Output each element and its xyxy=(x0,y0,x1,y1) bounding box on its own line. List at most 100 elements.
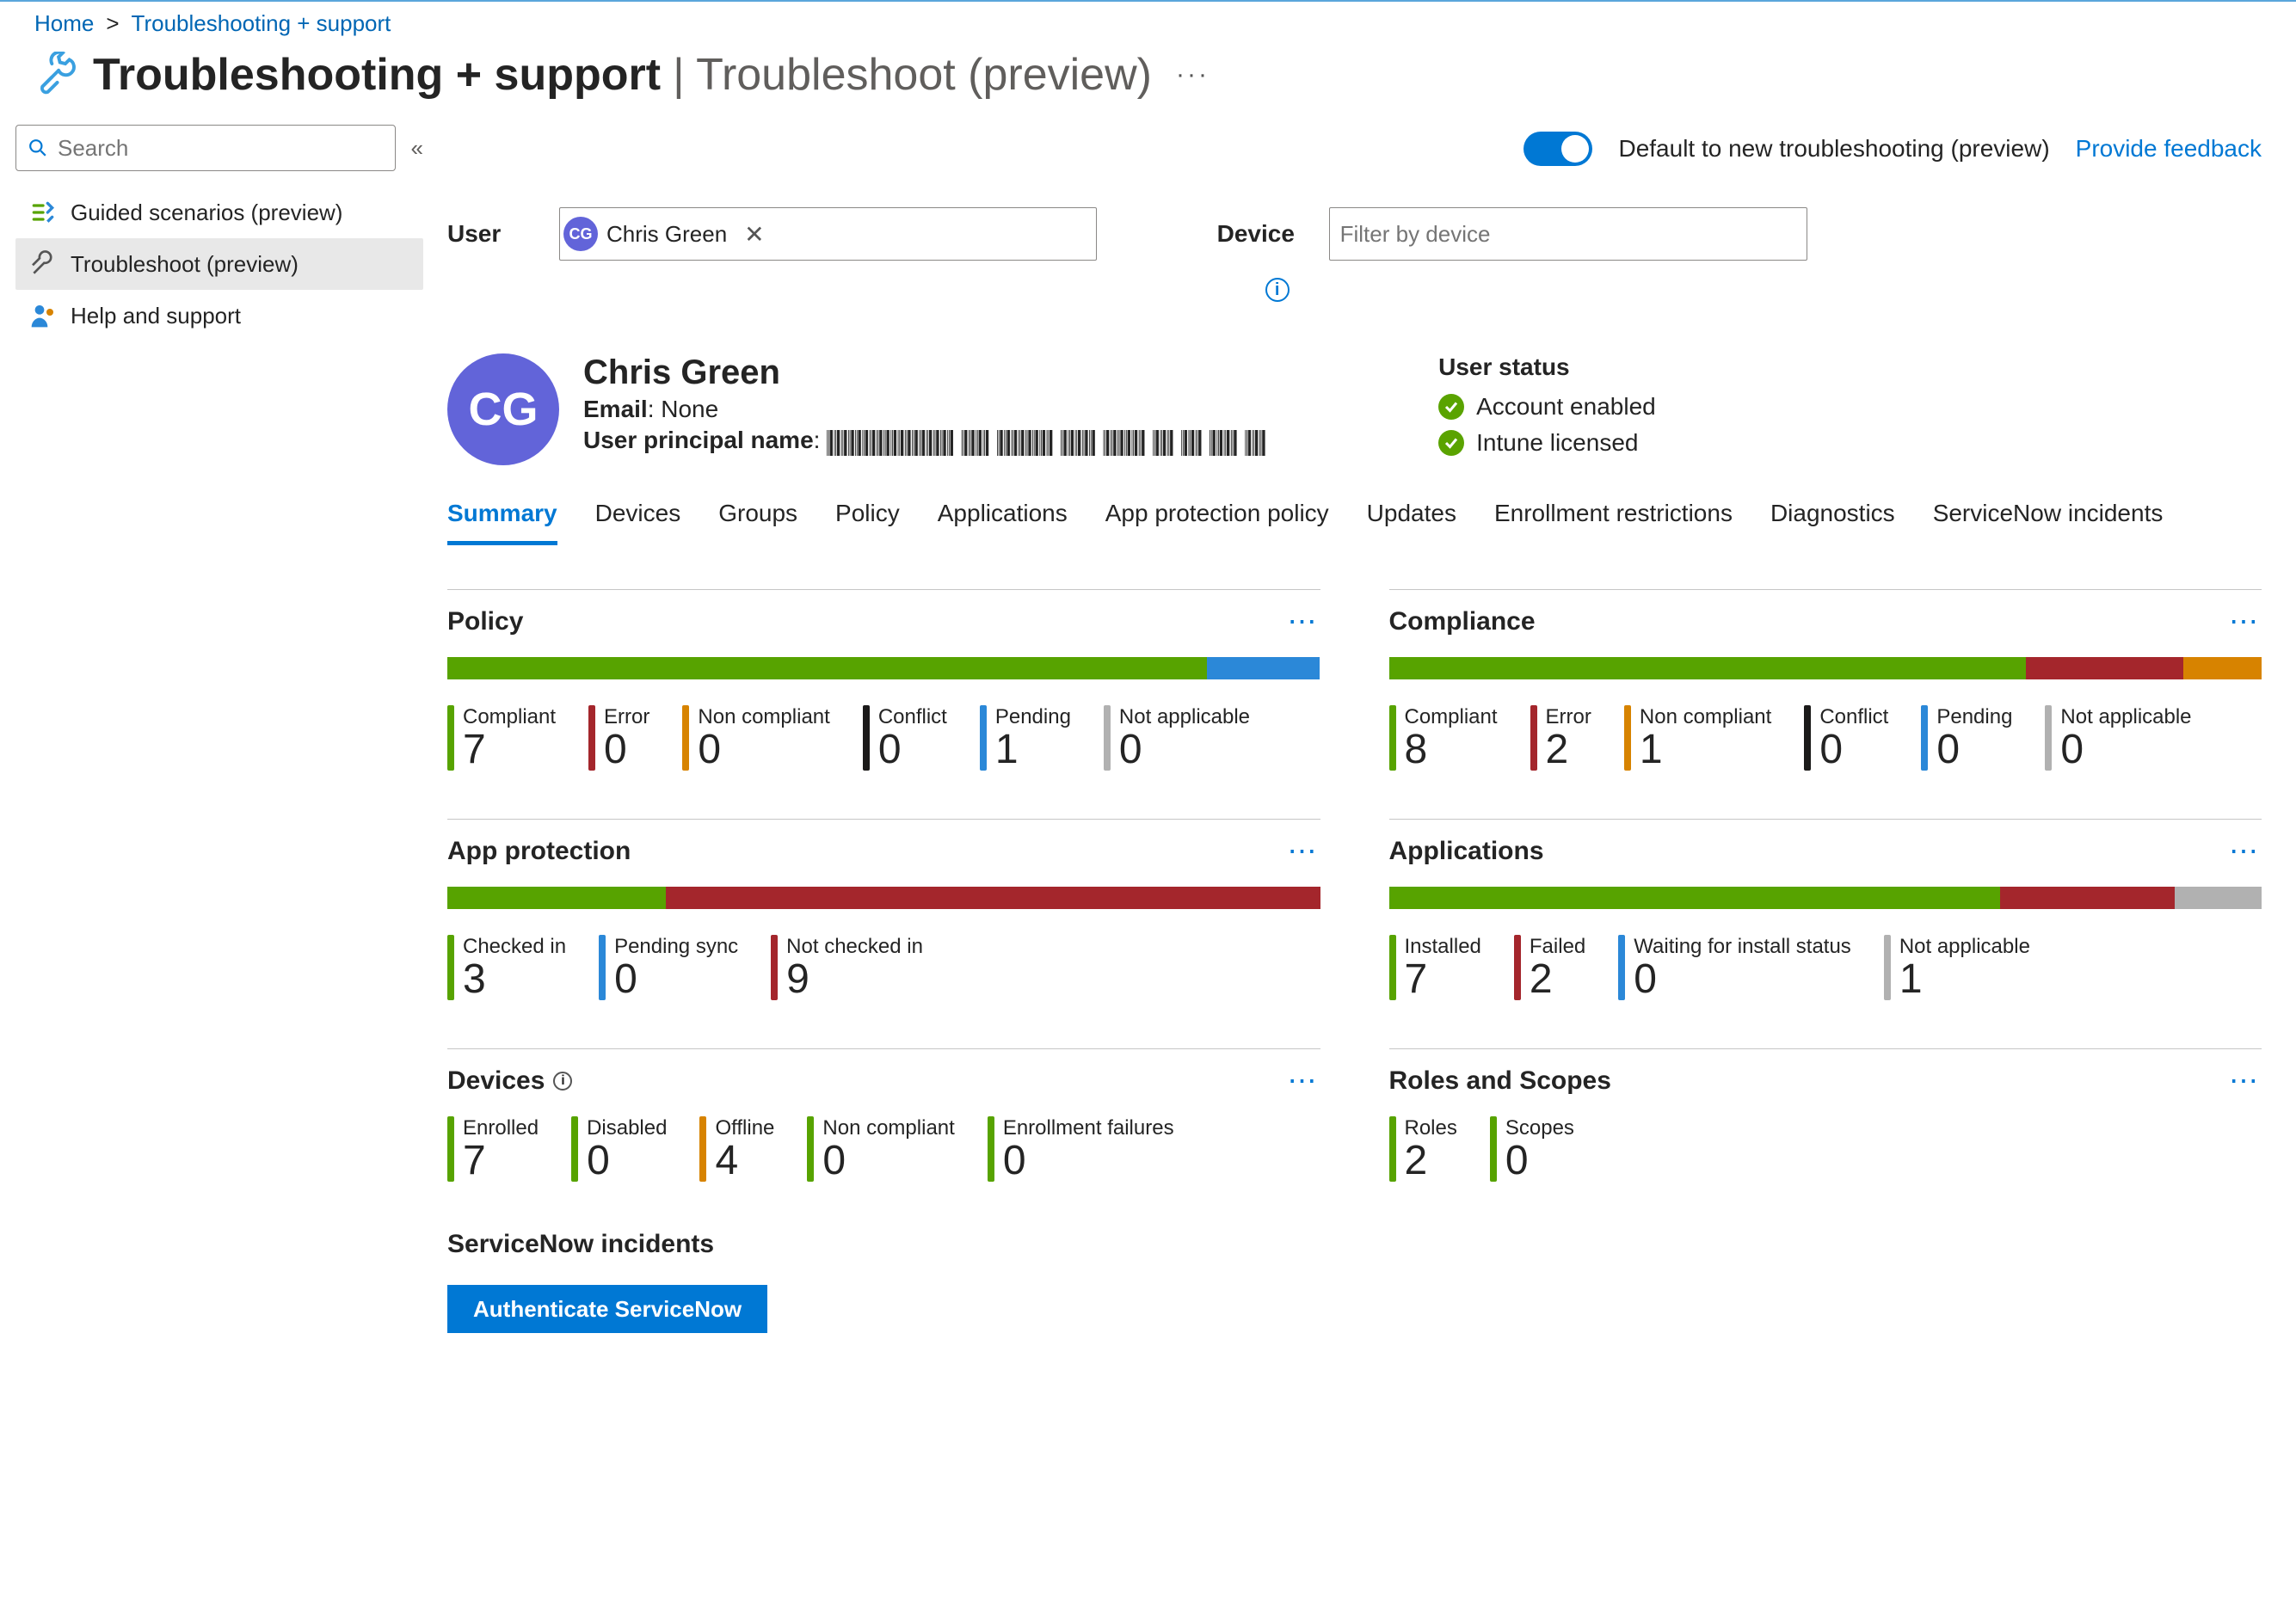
metric-enrolled[interactable]: Enrolled7 xyxy=(447,1116,539,1182)
tab-applications[interactable]: Applications xyxy=(938,500,1068,545)
tab-servicenow-incidents[interactable]: ServiceNow incidents xyxy=(1933,500,2164,545)
device-info-icon[interactable]: i xyxy=(1265,278,1290,302)
metric-value: 7 xyxy=(1405,959,1481,1000)
metric-not-checked-in[interactable]: Not checked in9 xyxy=(771,935,923,1000)
metric-value: 0 xyxy=(1003,1140,1174,1182)
metric-not-applicable[interactable]: Not applicable0 xyxy=(1104,705,1250,771)
card-policy: Policy⋯Compliant7Error0Non compliant0Con… xyxy=(447,589,1320,771)
metric-label: Checked in xyxy=(463,935,566,959)
status-row-intune: Intune licensed xyxy=(1438,429,1656,457)
device-filter-input[interactable] xyxy=(1329,207,1807,261)
card-more-icon[interactable]: ⋯ xyxy=(1288,847,1320,856)
metric-value: 7 xyxy=(463,729,556,771)
metrics-row: Checked in3 Pending sync0 Not checked in9 xyxy=(447,935,1320,1000)
metric-label: Compliant xyxy=(1405,705,1498,729)
user-name: Chris Green xyxy=(583,353,1266,392)
card-more-icon[interactable]: ⋯ xyxy=(2229,1077,2262,1085)
tab-diagnostics[interactable]: Diagnostics xyxy=(1770,500,1895,545)
metric-compliant[interactable]: Compliant7 xyxy=(447,705,556,771)
metric-value: 2 xyxy=(1530,959,1585,1000)
user-filter-input[interactable]: CG Chris Green ✕ xyxy=(559,207,1097,261)
card-more-icon[interactable]: ⋯ xyxy=(1288,1077,1320,1085)
user-chip[interactable]: CG Chris Green ✕ xyxy=(563,217,779,251)
metric-label: Enrolled xyxy=(463,1116,539,1140)
info-icon[interactable]: i xyxy=(553,1072,572,1091)
tab-groups[interactable]: Groups xyxy=(718,500,797,545)
user-filter-text[interactable] xyxy=(784,212,1093,256)
metric-value: 4 xyxy=(715,1140,774,1182)
card-title: Compliance xyxy=(1389,607,1536,636)
tab-summary[interactable]: Summary xyxy=(447,500,557,545)
metric-error[interactable]: Error0 xyxy=(588,705,649,771)
metric-conflict[interactable]: Conflict0 xyxy=(1804,705,1888,771)
user-upn-row: User principal name: |||||||||||||||||| … xyxy=(583,427,1266,458)
sidebar-item-guided-scenarios[interactable]: Guided scenarios (preview) xyxy=(15,187,423,238)
collapse-sidebar-icon[interactable]: « xyxy=(411,135,423,162)
tab-devices[interactable]: Devices xyxy=(595,500,681,545)
breadcrumb-sep: > xyxy=(106,10,119,37)
metric-label: Not applicable xyxy=(2060,705,2191,729)
metric-value: 1 xyxy=(995,729,1071,771)
tab-policy[interactable]: Policy xyxy=(835,500,900,545)
metric-non-compliant[interactable]: Non compliant1 xyxy=(1624,705,1771,771)
breadcrumb-home[interactable]: Home xyxy=(34,10,94,37)
metric-compliant[interactable]: Compliant8 xyxy=(1389,705,1498,771)
metric-enrollment-failures[interactable]: Enrollment failures0 xyxy=(988,1116,1174,1182)
provide-feedback-link[interactable]: Provide feedback xyxy=(2076,135,2262,163)
metric-roles[interactable]: Roles2 xyxy=(1389,1116,1457,1182)
tab-updates[interactable]: Updates xyxy=(1367,500,1456,545)
metric-label: Error xyxy=(1546,705,1591,729)
authenticate-servicenow-button[interactable]: Authenticate ServiceNow xyxy=(447,1285,767,1333)
metric-offline[interactable]: Offline4 xyxy=(699,1116,774,1182)
metric-label: Not applicable xyxy=(1899,935,2030,959)
metric-label: Non compliant xyxy=(822,1116,954,1140)
device-filter-text[interactable] xyxy=(1330,208,1807,260)
tab-enrollment-restrictions[interactable]: Enrollment restrictions xyxy=(1494,500,1733,545)
metric-value: 9 xyxy=(786,959,923,1000)
card-more-icon[interactable]: ⋯ xyxy=(1288,618,1320,626)
metric-label: Not applicable xyxy=(1119,705,1250,729)
sidebar-item-help[interactable]: Help and support xyxy=(15,290,423,341)
card-title: Devicesi xyxy=(447,1066,572,1096)
metric-scopes[interactable]: Scopes0 xyxy=(1490,1116,1574,1182)
metric-value: 1 xyxy=(1899,959,2030,1000)
user-chip-remove-icon[interactable]: ✕ xyxy=(736,220,764,249)
metric-value: 0 xyxy=(2060,729,2191,771)
card-title: App protection xyxy=(447,837,631,866)
metric-pending[interactable]: Pending0 xyxy=(1921,705,2012,771)
metric-pending[interactable]: Pending1 xyxy=(980,705,1071,771)
metric-non-compliant[interactable]: Non compliant0 xyxy=(807,1116,954,1182)
metric-label: Non compliant xyxy=(1640,705,1771,729)
metric-not-applicable[interactable]: Not applicable0 xyxy=(2045,705,2191,771)
metric-checked-in[interactable]: Checked in3 xyxy=(447,935,566,1000)
title-more-icon[interactable]: ··· xyxy=(1167,60,1218,89)
default-troubleshoot-toggle[interactable] xyxy=(1523,132,1592,166)
metric-not-applicable[interactable]: Not applicable1 xyxy=(1884,935,2030,1000)
main-content: Default to new troubleshooting (preview)… xyxy=(439,125,2296,1616)
metrics-row: Compliant8 Error2 Non compliant1 Conflict0 P… xyxy=(1389,705,2262,771)
tab-app-protection-policy[interactable]: App protection policy xyxy=(1105,500,1329,545)
metric-installed[interactable]: Installed7 xyxy=(1389,935,1481,1000)
metric-pending-sync[interactable]: Pending sync0 xyxy=(599,935,738,1000)
metric-label: Failed xyxy=(1530,935,1585,959)
metric-value: 2 xyxy=(1546,729,1591,771)
metric-non-compliant[interactable]: Non compliant0 xyxy=(682,705,829,771)
metric-label: Conflict xyxy=(878,705,947,729)
breadcrumb-current[interactable]: Troubleshooting + support xyxy=(132,10,391,37)
sidebar-search-input[interactable] xyxy=(56,134,383,163)
metric-failed[interactable]: Failed2 xyxy=(1514,935,1585,1000)
status-bar xyxy=(1389,657,2262,679)
metric-label: Roles xyxy=(1405,1116,1457,1140)
metric-waiting-for-install-status[interactable]: Waiting for install status0 xyxy=(1618,935,1851,1000)
device-filter-label: Device xyxy=(1217,220,1303,248)
card-more-icon[interactable]: ⋯ xyxy=(2229,618,2262,626)
metric-value: 0 xyxy=(698,729,829,771)
search-icon xyxy=(28,138,47,157)
sidebar-item-troubleshoot[interactable]: Troubleshoot (preview) xyxy=(15,238,423,290)
card-more-icon[interactable]: ⋯ xyxy=(2229,847,2262,856)
metric-disabled[interactable]: Disabled0 xyxy=(571,1116,667,1182)
metric-error[interactable]: Error2 xyxy=(1530,705,1591,771)
servicenow-title: ServiceNow incidents xyxy=(447,1230,2262,1259)
metric-conflict[interactable]: Conflict0 xyxy=(863,705,947,771)
sidebar-search[interactable] xyxy=(15,125,396,171)
